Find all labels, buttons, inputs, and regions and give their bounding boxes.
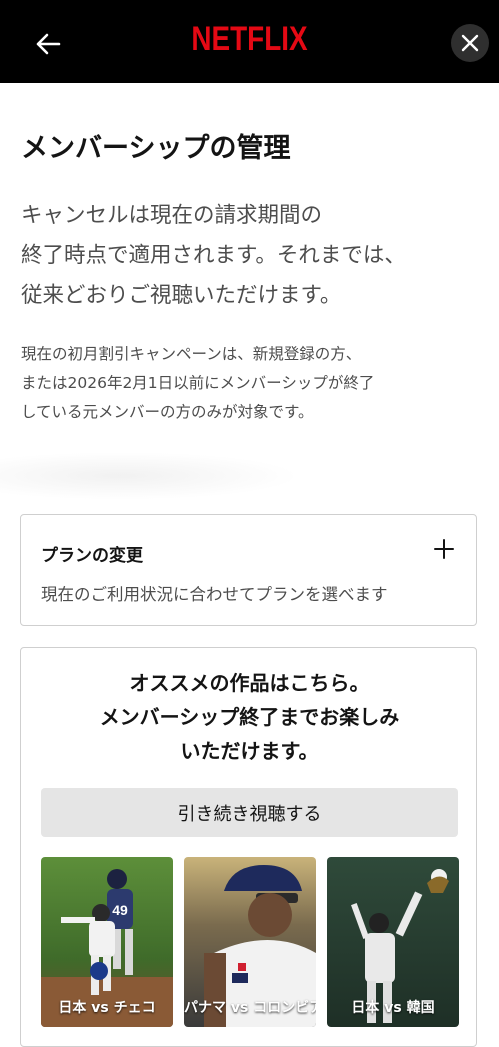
close-button[interactable]: [451, 24, 489, 62]
campaign-note: 現在の初月割引キャンペーンは、新規登録の方、 または2026年2月1日以前にメン…: [21, 340, 481, 427]
cancel-info-line: 終了時点で適用されます。それまでは、: [21, 243, 406, 268]
change-plan-card[interactable]: プランの変更 現在のご利用状況に合わせてプランを選べます: [20, 514, 477, 626]
campaign-note-line: している元メンバーの方のみが対象です。: [21, 403, 314, 421]
recommendation-heading: オススメの作品はこちら。 メンバーシップ終了までお楽しみ いただけます。: [21, 666, 478, 768]
recommendation-heading-line: いただけます。: [180, 739, 319, 763]
netflix-logo: NETFLIX: [191, 20, 308, 58]
thumbnail-title: 日本 vs チェコ: [58, 1000, 156, 1016]
recommendation-heading-line: オススメの作品はこちら。: [129, 671, 370, 695]
faded-overlay: [0, 452, 300, 500]
jersey-number: 49: [112, 902, 128, 918]
title-thumbnail[interactable]: パナマ vs コロンビア: [184, 857, 316, 1027]
cancel-info-line: 従来どおりご視聴いただけます。: [21, 283, 342, 308]
app-header: NETFLIX: [0, 0, 499, 83]
thumbnail-title: パナマ vs コロンビア: [184, 1000, 316, 1016]
campaign-note-line: または2026年2月1日以前にメンバーシップが終了: [21, 374, 375, 392]
change-plan-title: プランの変更: [41, 546, 143, 566]
campaign-note-line: 現在の初月割引キャンペーンは、新規登録の方、: [21, 345, 362, 363]
recommendation-heading-line: メンバーシップ終了までお楽しみ: [99, 705, 400, 729]
cancel-info-text: キャンセルは現在の請求期間の 終了時点で適用されます。それまでは、 従来どおりご…: [21, 196, 481, 316]
page-title: メンバーシップの管理: [21, 133, 291, 164]
plus-icon[interactable]: [432, 537, 456, 561]
thumbnail-title: 日本 vs 韓国: [351, 1000, 435, 1016]
change-plan-description: 現在のご利用状況に合わせてプランを選べます: [41, 585, 388, 604]
title-thumbnail[interactable]: 49 日本 vs チェコ: [41, 857, 173, 1027]
title-thumbnail[interactable]: 日本 vs 韓国: [327, 857, 459, 1027]
continue-watching-button[interactable]: 引き続き視聴する: [41, 788, 458, 837]
recommendation-card: オススメの作品はこちら。 メンバーシップ終了までお楽しみ いただけます。 引き続…: [20, 647, 477, 1047]
close-icon: [461, 34, 479, 52]
title-thumbnails: 49 日本 vs チェコ パナマ vs コロンビア 日本 vs 韓国: [41, 857, 459, 1027]
cancel-info-line: キャンセルは現在の請求期間の: [21, 203, 323, 228]
